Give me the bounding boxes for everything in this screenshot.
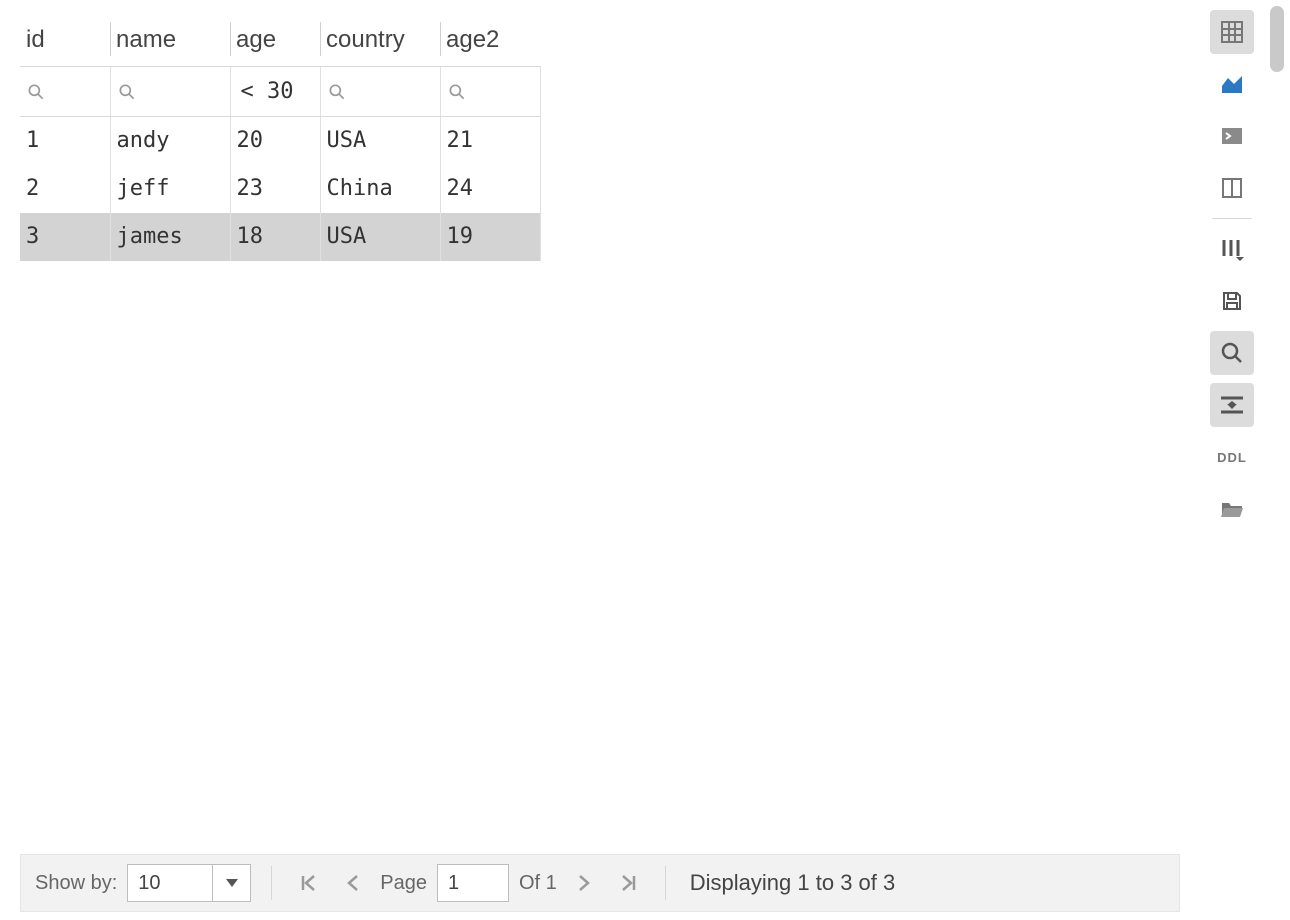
right-toolbar: DDL (1208, 10, 1256, 531)
folder-open-icon[interactable] (1210, 487, 1254, 531)
cell-id[interactable]: 2 (20, 165, 110, 213)
page-size-select[interactable]: 10 (127, 864, 251, 902)
table-row[interactable]: 2jeff23China24 (20, 165, 540, 213)
panel-split-icon[interactable] (1210, 166, 1254, 210)
grid-icon[interactable] (1210, 10, 1254, 54)
table-row[interactable]: 1andy20USA21 (20, 117, 540, 165)
console-icon[interactable] (1210, 114, 1254, 158)
table-row[interactable]: 3james18USA19 (20, 213, 540, 261)
cell-age[interactable]: 18 (230, 213, 320, 261)
ddl-button[interactable]: DDL (1210, 435, 1254, 479)
first-page-icon[interactable] (292, 866, 326, 900)
page-size-value: 10 (128, 865, 212, 901)
cell-id[interactable]: 3 (20, 213, 110, 261)
filter-country[interactable] (321, 67, 440, 116)
cell-id[interactable]: 1 (20, 117, 110, 165)
pager-bar: Show by: 10 Page 1 Of 1 Displaying 1 to … (20, 854, 1180, 912)
column-header-country[interactable]: country (320, 16, 440, 67)
page-number-input[interactable]: 1 (437, 864, 509, 902)
cell-age[interactable]: 23 (230, 165, 320, 213)
dropdown-icon[interactable] (212, 865, 250, 901)
column-header-id[interactable]: id (20, 16, 110, 67)
columns-icon[interactable] (1210, 227, 1254, 271)
filter-age2[interactable] (441, 67, 540, 116)
pager-separator (271, 866, 272, 900)
cell-country[interactable]: China (320, 165, 440, 213)
next-page-icon[interactable] (567, 866, 601, 900)
filter-age[interactable]: < 30 (231, 67, 320, 116)
cell-name[interactable]: jeff (110, 165, 230, 213)
filter-name[interactable] (111, 67, 230, 116)
prev-page-icon[interactable] (336, 866, 370, 900)
last-page-icon[interactable] (611, 866, 645, 900)
cell-age2[interactable]: 21 (440, 117, 540, 165)
pager-separator (665, 866, 666, 900)
insert-row-icon[interactable] (1210, 383, 1254, 427)
column-header-age2[interactable]: age2 (440, 16, 540, 67)
column-header-name[interactable]: name (110, 16, 230, 67)
table-filter-row: < 30 (20, 67, 540, 117)
cell-age2[interactable]: 19 (440, 213, 540, 261)
toolbar-divider (1212, 218, 1252, 219)
page-label: Page (380, 872, 427, 895)
of-label: Of 1 (519, 872, 557, 895)
cell-age2[interactable]: 24 (440, 165, 540, 213)
scrollbar-thumb[interactable] (1270, 6, 1284, 72)
cell-country[interactable]: USA (320, 213, 440, 261)
column-header-age[interactable]: age (230, 16, 320, 67)
cell-country[interactable]: USA (320, 117, 440, 165)
show-by-label: Show by: (35, 872, 117, 895)
table-header-row: id name age country age2 (20, 16, 540, 67)
cell-name[interactable]: james (110, 213, 230, 261)
chart-icon[interactable] (1210, 62, 1254, 106)
cell-name[interactable]: andy (110, 117, 230, 165)
displaying-label: Displaying 1 to 3 of 3 (690, 870, 895, 896)
data-table: id name age country age2 < 30 1andy20USA… (20, 16, 541, 261)
search-icon[interactable] (1210, 331, 1254, 375)
save-icon[interactable] (1210, 279, 1254, 323)
cell-age[interactable]: 20 (230, 117, 320, 165)
filter-id[interactable] (20, 67, 110, 116)
